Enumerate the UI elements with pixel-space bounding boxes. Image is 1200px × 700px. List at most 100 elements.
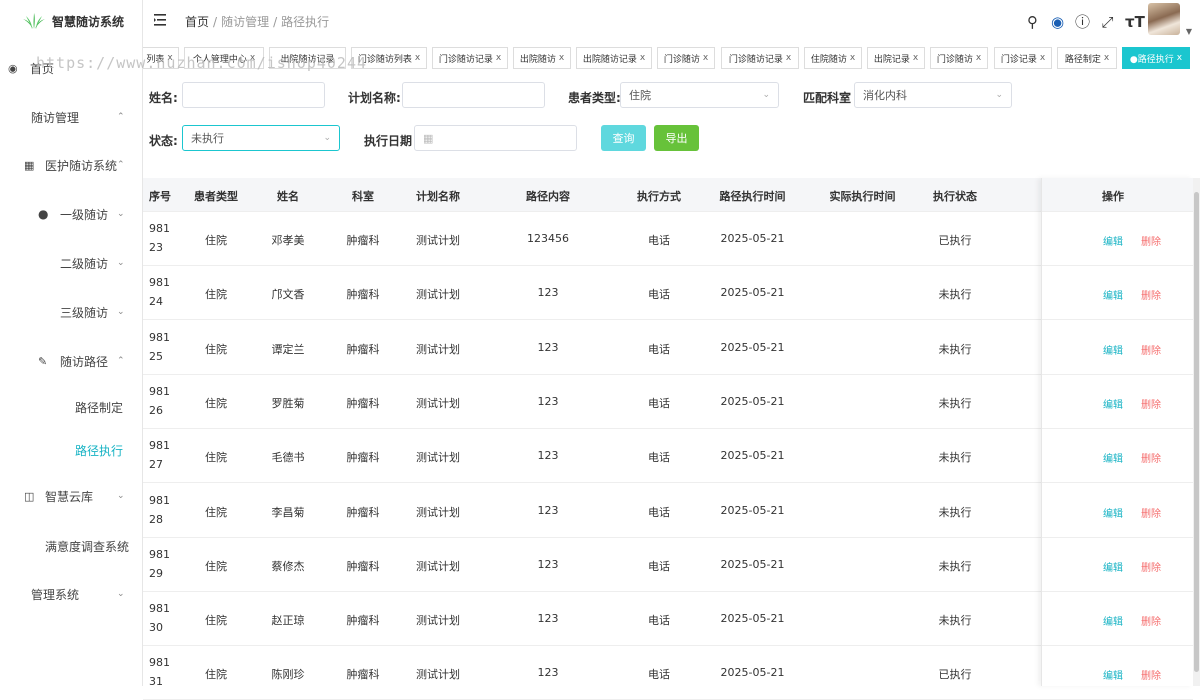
caret-down-icon[interactable]: ▼ xyxy=(1186,27,1192,36)
tab-outpatient-followup-records[interactable]: 门诊随访记录 x xyxy=(432,47,508,69)
help-icon[interactable]: ⓘ xyxy=(1075,11,1090,32)
close-icon[interactable]: x xyxy=(415,53,420,63)
chevron-down-icon: ⌄ xyxy=(119,541,127,551)
delete-button[interactable]: 删除 xyxy=(1141,613,1161,628)
delete-button[interactable]: 删除 xyxy=(1141,342,1161,357)
sidebar-item-smart-cloud[interactable]: ◫ 智慧云库 ⌄ xyxy=(0,487,143,505)
close-icon[interactable]: x xyxy=(496,53,501,63)
cell-path-time: 2025-05-21 xyxy=(720,340,785,354)
close-icon[interactable]: x xyxy=(1104,53,1109,63)
close-icon[interactable]: x xyxy=(976,53,981,63)
search-icon[interactable]: ⚲ xyxy=(1025,13,1040,31)
tab-path-setup[interactable]: 路径制定 x xyxy=(1057,47,1117,69)
edit-button[interactable]: 编辑 xyxy=(1103,287,1123,302)
sidebar-item-level3-followup[interactable]: 三级随访 ⌄ xyxy=(0,303,143,321)
tab-discharge-followup[interactable]: 出院随访 x xyxy=(513,47,571,69)
sidebar-item-satisfaction-survey[interactable]: 满意度调查系统 ⌄ xyxy=(0,537,143,555)
table-row: 98126 住院 罗胜菊 肿瘤科 测试计划 123 电话 2025-05-21 未执行 编辑 删除 xyxy=(143,374,1193,429)
cell-dept: 肿瘤科 xyxy=(346,668,380,682)
cell-method: 电话 xyxy=(648,288,670,302)
edit-button[interactable]: 编辑 xyxy=(1103,613,1123,628)
menu-toggle-icon[interactable] xyxy=(153,12,169,28)
tab-outpatient-followup[interactable]: 门诊随访 x xyxy=(657,47,715,69)
cell-status: 未执行 xyxy=(938,288,972,302)
close-icon[interactable]: x xyxy=(850,53,855,63)
cell-plan: 测试计划 xyxy=(416,396,460,410)
delete-button[interactable]: 删除 xyxy=(1141,396,1161,411)
grid-icon: ▦ xyxy=(24,158,35,172)
close-icon[interactable]: x xyxy=(1177,53,1182,63)
header: 首页 / 随访管理 / 路径执行 ⚲ ◉ ⓘ ⤢ τT ▼ xyxy=(143,0,1200,42)
calendar-icon: ▦ xyxy=(423,131,434,145)
close-icon[interactable]: x xyxy=(703,53,708,63)
plan-name-input[interactable] xyxy=(402,82,545,108)
patient-type-select[interactable]: 住院 ⌄ xyxy=(620,82,779,108)
close-icon[interactable]: x xyxy=(640,53,645,63)
avatar[interactable] xyxy=(1148,3,1180,35)
sidebar-item-label: 管理系统 xyxy=(31,587,80,602)
tab-discharge-records[interactable]: 出院记录 x xyxy=(867,47,925,69)
cell-status: 已执行 xyxy=(938,234,972,247)
cell-method: 电话 xyxy=(648,342,670,356)
cell-seq: 98129 xyxy=(149,547,170,580)
export-button[interactable]: 导出 xyxy=(654,125,699,151)
chevron-down-icon: ⌄ xyxy=(117,589,125,599)
tab-discharge-followup-records-2[interactable]: 出院随访记录 x xyxy=(576,47,652,69)
delete-button[interactable]: 删除 xyxy=(1141,667,1161,682)
execution-date-picker[interactable]: ▦ xyxy=(414,125,577,151)
sidebar-item-management-system[interactable]: 管理系统 ⌄ xyxy=(0,585,143,603)
tab-path-execution[interactable]: ●路径执行 x xyxy=(1122,47,1190,69)
name-input[interactable] xyxy=(182,82,325,108)
edit-button[interactable]: 编辑 xyxy=(1103,505,1123,520)
breadcrumb-followup[interactable]: 随访管理 xyxy=(221,15,269,29)
cell-method: 电话 xyxy=(648,668,670,682)
edit-button[interactable]: 编辑 xyxy=(1103,396,1123,411)
tab-outpatient-records[interactable]: 门诊记录 x xyxy=(994,47,1052,69)
patient-type-label: 患者类型: xyxy=(568,91,621,105)
edit-button[interactable]: 编辑 xyxy=(1103,450,1123,465)
edit-button[interactable]: 编辑 xyxy=(1103,233,1123,248)
sidebar-item-followup-management[interactable]: 随访管理 ⌃ xyxy=(0,108,143,126)
col-patient-type: 患者类型 xyxy=(194,190,238,203)
sidebar-item-followup-path[interactable]: ✎ 随访路径 ⌃ xyxy=(0,352,143,370)
scrollbar-thumb[interactable] xyxy=(1194,192,1199,672)
table-row: 98130 住院 赵正琼 肿瘤科 测试计划 123 电话 2025-05-21 未执行 编辑 删除 xyxy=(143,592,1193,647)
delete-button[interactable]: 删除 xyxy=(1141,559,1161,574)
cell-dept: 肿瘤科 xyxy=(346,451,380,465)
chevron-up-icon: ⌃ xyxy=(117,160,125,170)
delete-button[interactable]: 删除 xyxy=(1141,505,1161,520)
sidebar-item-label: 二级随访 xyxy=(60,256,109,271)
dept-select[interactable]: 消化内科 ⌄ xyxy=(854,82,1012,108)
font-size-icon[interactable]: τT xyxy=(1125,13,1145,31)
breadcrumb-current: 路径执行 xyxy=(281,15,330,29)
close-icon[interactable]: x xyxy=(786,53,791,63)
fullscreen-icon[interactable]: ⤢ xyxy=(1100,13,1115,31)
cell-method: 电话 xyxy=(648,396,670,410)
edit-button[interactable]: 编辑 xyxy=(1103,667,1123,682)
close-icon[interactable]: x xyxy=(559,53,564,63)
edit-button[interactable]: 编辑 xyxy=(1103,559,1123,574)
delete-button[interactable]: 删除 xyxy=(1141,287,1161,302)
tab-outpatient-followup-records-2[interactable]: 门诊随访记录 x xyxy=(721,47,799,69)
close-icon[interactable]: x xyxy=(913,53,918,63)
sidebar-item-level2-followup[interactable]: 二级随访 ⌄ xyxy=(0,254,143,272)
status-select[interactable]: 未执行 ⌄ xyxy=(182,125,340,151)
tab-inpatient-followup[interactable]: 住院随访 x xyxy=(804,47,862,69)
query-button[interactable]: 查询 xyxy=(601,125,646,151)
cell-seq: 98128 xyxy=(149,493,170,526)
table-scrollbar[interactable] xyxy=(1193,178,1200,686)
sidebar-item-path-setup[interactable]: 路径制定 xyxy=(0,398,143,416)
sidebar-item-path-execution[interactable]: 路径执行 xyxy=(0,441,143,459)
chevron-down-icon: ⌄ xyxy=(762,90,770,100)
delete-button[interactable]: 删除 xyxy=(1141,450,1161,465)
github-icon[interactable]: ◉ xyxy=(1050,13,1065,31)
cell-name: 谭定兰 xyxy=(271,342,305,356)
sidebar-item-level1-followup[interactable]: ● 一级随访 ⌄ xyxy=(0,205,143,223)
close-icon[interactable]: x xyxy=(1040,53,1045,63)
col-plan: 计划名称 xyxy=(416,190,460,203)
tab-outpatient-followup-2[interactable]: 门诊随访 x xyxy=(930,47,988,69)
delete-button[interactable]: 删除 xyxy=(1141,233,1161,248)
sidebar-item-medical-followup-system[interactable]: ▦ 医护随访系统 ⌃ xyxy=(0,156,143,174)
edit-button[interactable]: 编辑 xyxy=(1103,342,1123,357)
breadcrumb-home[interactable]: 首页 xyxy=(185,15,209,29)
